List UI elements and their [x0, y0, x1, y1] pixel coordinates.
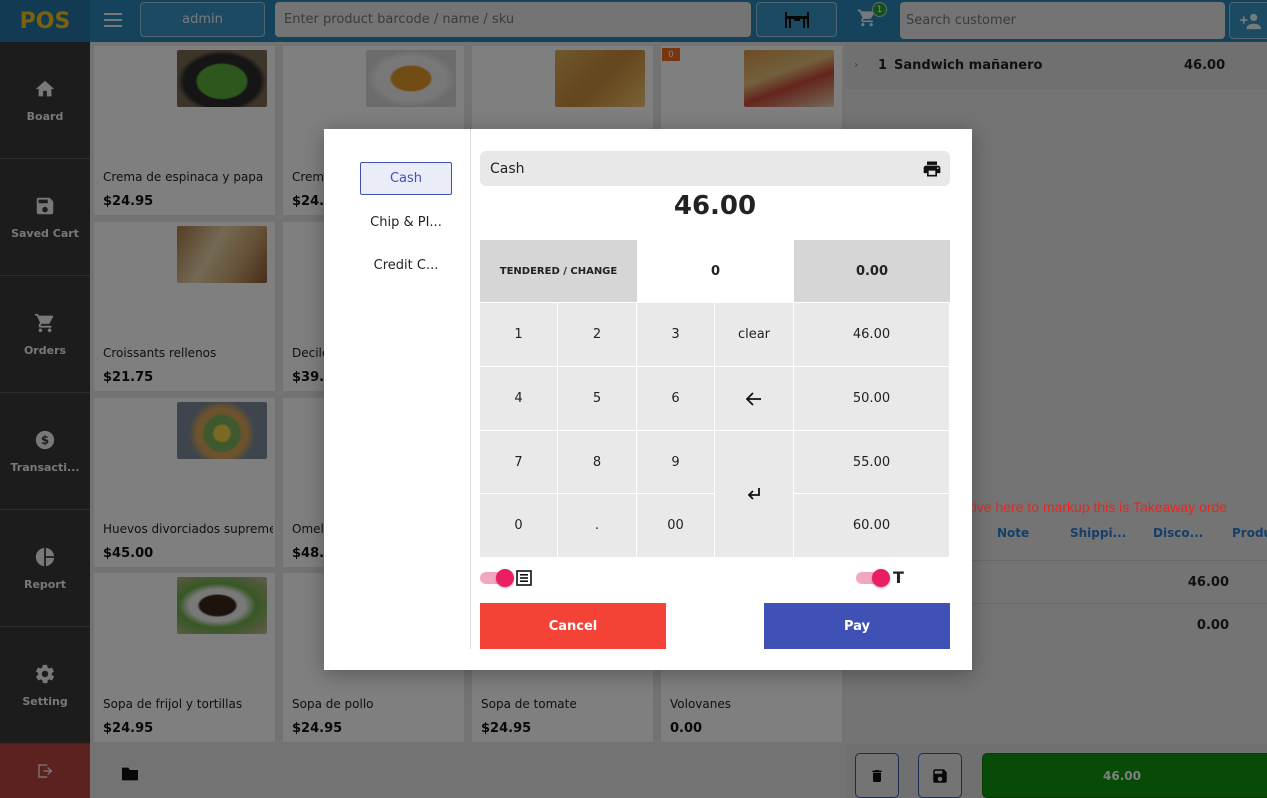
- pay-button[interactable]: Pay: [764, 603, 950, 649]
- receipt-toggle[interactable]: [480, 569, 514, 587]
- payment-method-cash[interactable]: Cash: [360, 162, 452, 195]
- key-8[interactable]: 8: [558, 431, 637, 494]
- print-icon[interactable]: [922, 159, 942, 179]
- key-7[interactable]: 7: [480, 431, 558, 494]
- key-5[interactable]: 5: [558, 367, 637, 431]
- toggle-knob: [496, 569, 514, 587]
- key-enter[interactable]: [715, 431, 794, 558]
- key-00[interactable]: 00: [637, 494, 715, 558]
- key-decimal[interactable]: .: [558, 494, 637, 558]
- quick-amount-46[interactable]: 46.00: [794, 303, 950, 367]
- key-1[interactable]: 1: [480, 303, 558, 367]
- key-9[interactable]: 9: [637, 431, 715, 494]
- payment-dialog: Cash Chip & PI... Credit C... Cash 46.00…: [324, 129, 972, 670]
- payment-total: 46.00: [673, 191, 757, 221]
- quick-amount-50[interactable]: 50.00: [794, 367, 950, 431]
- enter-icon: [747, 488, 760, 500]
- selected-method-header: Cash: [480, 151, 950, 186]
- toggle-knob: [872, 569, 890, 587]
- takeaway-toggle[interactable]: [856, 569, 890, 587]
- key-3[interactable]: 3: [637, 303, 715, 367]
- payment-keypad: TENDERED / CHANGE 0 0.00 1 2 3 clear 46.…: [480, 240, 950, 558]
- cancel-button[interactable]: Cancel: [480, 603, 666, 649]
- key-clear[interactable]: clear: [715, 303, 794, 367]
- tendered-change-label: TENDERED / CHANGE: [480, 240, 637, 302]
- takeaway-toggle-label: T: [893, 568, 904, 587]
- payment-method-list: Cash Chip & PI... Credit C...: [324, 129, 471, 649]
- quick-amount-55[interactable]: 55.00: [794, 431, 950, 494]
- payment-method-credit-card[interactable]: Credit C...: [360, 249, 452, 282]
- selected-method-title: Cash: [490, 160, 525, 177]
- key-backspace[interactable]: [715, 367, 794, 431]
- change-value: 0.00: [794, 240, 950, 302]
- receipt-icon: [516, 570, 532, 586]
- quick-amount-60[interactable]: 60.00: [794, 494, 950, 558]
- key-6[interactable]: 6: [637, 367, 715, 431]
- payment-method-chip-pin[interactable]: Chip & PI...: [360, 206, 452, 239]
- key-0[interactable]: 0: [480, 494, 558, 558]
- key-2[interactable]: 2: [558, 303, 637, 367]
- arrow-left-icon: [746, 391, 761, 406]
- key-4[interactable]: 4: [480, 367, 558, 431]
- annotation-text: active here to markup this is Takeaway o…: [955, 499, 1228, 515]
- tendered-input[interactable]: 0: [637, 240, 794, 302]
